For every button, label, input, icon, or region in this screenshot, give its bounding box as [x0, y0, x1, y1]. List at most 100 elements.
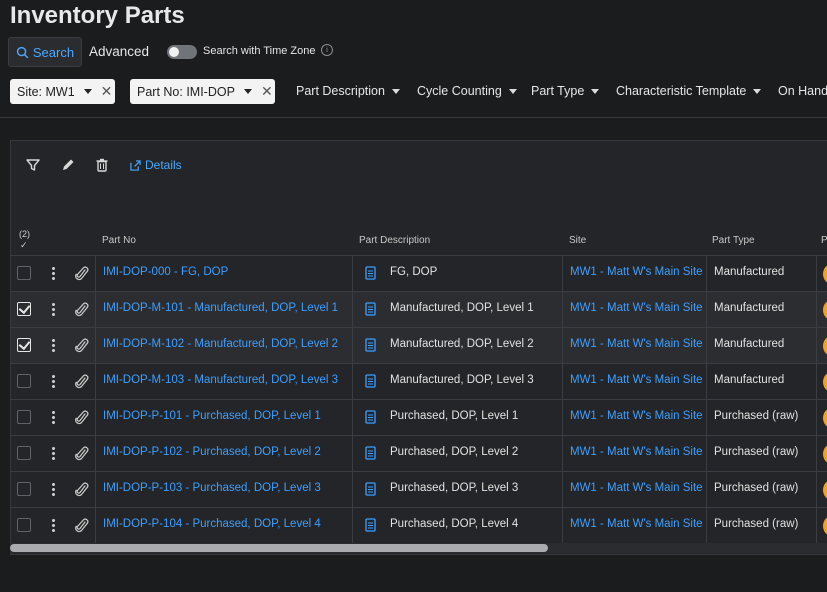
kebab-menu-icon[interactable]	[52, 267, 55, 280]
table-row[interactable]: IMI-DOP-000 - FG, DOP FG, DOP MW1 - Matt W…	[11, 255, 827, 292]
filter-part-description[interactable]: Part Description	[296, 84, 400, 98]
chevron-down-icon	[591, 88, 600, 94]
kebab-menu-icon[interactable]	[52, 303, 55, 316]
select-all-check-icon[interactable]: ✓	[20, 240, 28, 251]
site-link[interactable]: MW1 - Matt W's Main Site	[570, 338, 703, 350]
row-checkbox[interactable]	[17, 338, 31, 352]
table-row[interactable]: IMI-DOP-M-101 - Manufactured, DOP, Level…	[11, 291, 827, 328]
info-icon[interactable]: i	[321, 44, 333, 56]
search-button[interactable]: Search	[8, 37, 82, 67]
site-link[interactable]: MW1 - Matt W's Main Site	[570, 482, 703, 494]
cell-divider	[816, 256, 817, 292]
document-icon[interactable]	[365, 518, 376, 532]
cell-divider	[816, 328, 817, 364]
filter-on-hand[interactable]: On Hand	[778, 84, 827, 98]
row-checkbox[interactable]	[17, 518, 31, 532]
table-row[interactable]: IMI-DOP-M-102 - Manufactured, DOP, Level…	[11, 327, 827, 364]
cell-divider	[816, 400, 817, 436]
table-row[interactable]: IMI-DOP-P-104 - Purchased, DOP, Level 4 P…	[11, 507, 827, 544]
document-icon[interactable]	[365, 482, 376, 496]
paperclip-icon[interactable]	[75, 266, 89, 281]
kebab-menu-icon[interactable]	[52, 519, 55, 532]
paperclip-icon[interactable]	[75, 410, 89, 425]
part-no-link[interactable]: IMI-DOP-M-101 - Manufactured, DOP, Level…	[103, 302, 338, 314]
site-link[interactable]: MW1 - Matt W's Main Site	[570, 266, 703, 278]
site-filter-chip[interactable]: Site: MW1 ✕	[10, 79, 115, 104]
part-no-link[interactable]: IMI-DOP-P-104 - Purchased, DOP, Level 4	[103, 518, 321, 530]
pencil-icon[interactable]	[60, 157, 76, 173]
part-no-link[interactable]: IMI-DOP-P-101 - Purchased, DOP, Level 1	[103, 410, 321, 422]
filter-characteristic-template[interactable]: Characteristic Template	[616, 84, 762, 98]
cell-divider	[95, 256, 96, 292]
part-no-link[interactable]: IMI-DOP-M-103 - Manufactured, DOP, Level…	[103, 374, 338, 386]
column-header-part-type[interactable]: Part Type	[712, 235, 755, 246]
site-link[interactable]: MW1 - Matt W's Main Site	[570, 374, 703, 386]
part-no-link[interactable]: IMI-DOP-P-103 - Purchased, DOP, Level 3	[103, 482, 321, 494]
kebab-menu-icon[interactable]	[52, 483, 55, 496]
part-no-link[interactable]: IMI-DOP-P-102 - Purchased, DOP, Level 2	[103, 446, 321, 458]
cell-divider	[352, 256, 353, 292]
filter-cycle-counting[interactable]: Cycle Counting	[417, 84, 517, 98]
part-no-link[interactable]: IMI-DOP-M-102 - Manufactured, DOP, Level…	[103, 338, 338, 350]
kebab-menu-icon[interactable]	[52, 339, 55, 352]
part-no-link[interactable]: IMI-DOP-000 - FG, DOP	[103, 266, 228, 278]
row-checkbox[interactable]	[17, 482, 31, 496]
table-row[interactable]: IMI-DOP-P-101 - Purchased, DOP, Level 1 P…	[11, 399, 827, 436]
scrollbar-thumb[interactable]	[10, 544, 548, 552]
column-header-part-description[interactable]: Part Description	[359, 235, 430, 246]
part-description-cell: Purchased, DOP, Level 3	[390, 482, 519, 494]
time-zone-toggle[interactable]	[167, 45, 197, 59]
funnel-icon[interactable]	[25, 157, 41, 173]
paperclip-icon[interactable]	[75, 482, 89, 497]
row-checkbox[interactable]	[17, 374, 31, 388]
time-zone-label: Search with Time Zone	[203, 45, 316, 57]
chevron-down-icon[interactable]	[83, 89, 92, 94]
part-no-filter-chip[interactable]: Part No: IMI-DOP ✕	[130, 79, 275, 104]
document-icon[interactable]	[365, 446, 376, 460]
site-link[interactable]: MW1 - Matt W's Main Site	[570, 410, 703, 422]
site-link[interactable]: MW1 - Matt W's Main Site	[570, 302, 703, 314]
chevron-down-icon	[753, 88, 762, 94]
row-checkbox[interactable]	[17, 446, 31, 460]
part-type-cell: Purchased (raw)	[714, 518, 799, 530]
paperclip-icon[interactable]	[75, 338, 89, 353]
column-header-site[interactable]: Site	[569, 235, 586, 246]
kebab-menu-icon[interactable]	[52, 447, 55, 460]
site-link[interactable]: MW1 - Matt W's Main Site	[570, 518, 703, 530]
kebab-menu-icon[interactable]	[52, 375, 55, 388]
document-icon[interactable]	[365, 266, 376, 280]
status-indicator	[823, 408, 827, 428]
part-type-cell: Manufactured	[714, 338, 785, 350]
trash-icon[interactable]	[94, 157, 110, 173]
row-checkbox[interactable]	[17, 266, 31, 280]
document-icon[interactable]	[365, 302, 376, 316]
row-checkbox[interactable]	[17, 410, 31, 424]
paperclip-icon[interactable]	[75, 302, 89, 317]
chevron-down-icon[interactable]	[243, 89, 252, 94]
column-header-next[interactable]: P	[821, 235, 827, 246]
table-row[interactable]: IMI-DOP-M-103 - Manufactured, DOP, Level…	[11, 363, 827, 400]
table-row[interactable]: IMI-DOP-P-102 - Purchased, DOP, Level 2 P…	[11, 435, 827, 472]
column-header-part-no[interactable]: Part No	[102, 235, 136, 246]
horizontal-scrollbar[interactable]	[10, 543, 827, 553]
cell-divider	[562, 364, 563, 400]
advanced-search-link[interactable]: Advanced	[89, 44, 149, 59]
site-link[interactable]: MW1 - Matt W's Main Site	[570, 446, 703, 458]
paperclip-icon[interactable]	[75, 518, 89, 533]
cell-divider	[706, 256, 707, 292]
part-type-cell: Purchased (raw)	[714, 446, 799, 458]
document-icon[interactable]	[365, 338, 376, 352]
row-checkbox[interactable]	[17, 302, 31, 316]
close-icon[interactable]: ✕	[101, 83, 113, 100]
close-icon[interactable]: ✕	[261, 83, 273, 100]
document-icon[interactable]	[365, 374, 376, 388]
part-description-cell: Purchased, DOP, Level 2	[390, 446, 519, 458]
paperclip-icon[interactable]	[75, 446, 89, 461]
table-row[interactable]: IMI-DOP-P-103 - Purchased, DOP, Level 3 P…	[11, 471, 827, 508]
kebab-menu-icon[interactable]	[52, 411, 55, 424]
cell-divider	[95, 328, 96, 364]
document-icon[interactable]	[365, 410, 376, 424]
filter-part-type[interactable]: Part Type	[531, 84, 600, 98]
paperclip-icon[interactable]	[75, 374, 89, 389]
details-link[interactable]: Details	[130, 158, 182, 172]
